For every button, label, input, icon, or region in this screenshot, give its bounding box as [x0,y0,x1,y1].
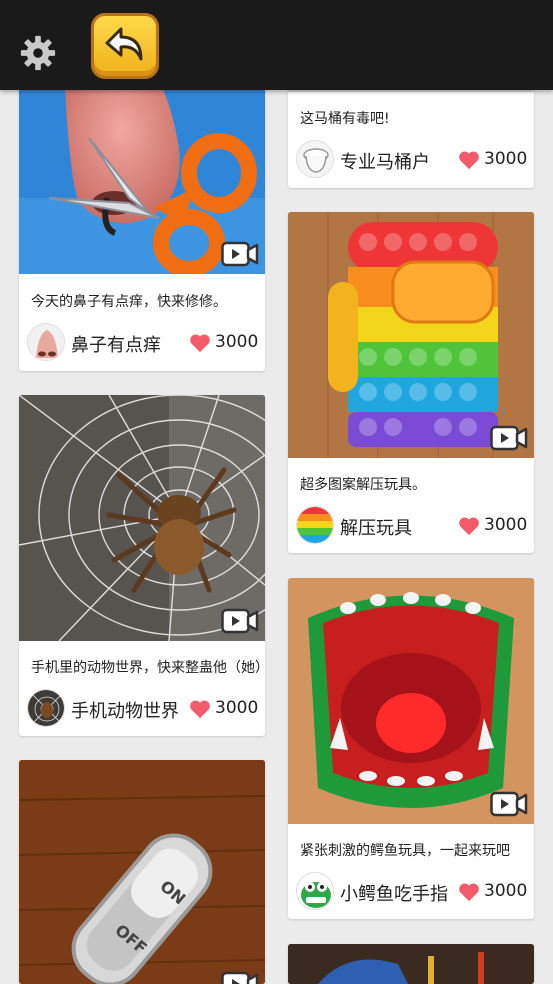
video-icon [221,971,259,984]
card-description: 手机里的动物世界，快来整蛊他（她） [31,660,265,676]
author-avatar[interactable] [296,506,334,544]
like-count: 3000 [484,149,528,169]
heart-icon[interactable] [189,333,211,353]
like-count: 3000 [484,515,528,535]
heart-icon[interactable] [458,882,480,902]
back-button[interactable] [91,13,159,79]
author-name[interactable]: 手机动物世界 [71,697,179,723]
like-count: 3000 [215,698,259,718]
video-icon [221,608,259,634]
author-avatar[interactable] [27,689,65,727]
like-count: 3000 [484,881,528,901]
heart-icon[interactable] [458,516,480,536]
card-thumbnail [288,944,534,984]
card-thumbnail [288,578,534,824]
card-description: 这马桶有毒吧! [300,111,390,127]
author-name[interactable]: 专业马桶户 [340,148,430,174]
gear-icon[interactable] [19,34,57,72]
top-bar [0,0,553,90]
feed-card-popit[interactable]: 超多图案解压玩具。 解压玩具 3000 [288,212,534,553]
video-icon [221,241,259,267]
card-description: 今天的鼻子有点痒，快来修修。 [31,294,227,310]
card-description: 紧张刺激的鳄鱼玩具，一起来玩吧 [300,843,510,859]
author-name[interactable]: 解压玩具 [340,514,412,540]
feed-card-switch[interactable]: ON OFF [19,760,265,984]
video-icon [490,791,528,817]
heart-icon[interactable] [458,150,480,170]
undo-arrow-icon [105,27,143,61]
feed-card-spider[interactable]: 手机里的动物世界，快来整蛊他（她） 手机动物世界 3000 [19,395,265,736]
heart-icon[interactable] [189,699,211,719]
feed-card-next[interactable] [288,944,534,984]
author-avatar[interactable] [296,872,334,910]
card-thumbnail [19,395,265,641]
author-name[interactable]: 鼻子有点痒 [71,331,161,357]
feed-card-toilet[interactable]: 这马桶有毒吧! 专业马桶户 3000 [288,80,534,188]
card-thumbnail [288,212,534,458]
card-thumbnail: ON OFF [19,760,265,984]
video-icon [490,425,528,451]
like-count: 3000 [215,332,259,352]
author-avatar[interactable] [27,323,65,361]
author-avatar[interactable] [296,140,334,178]
feed-card-crocodile[interactable]: 紧张刺激的鳄鱼玩具，一起来玩吧 小鳄鱼吃手指 3000 [288,578,534,919]
card-description: 超多图案解压玩具。 [300,477,426,493]
author-name[interactable]: 小鳄鱼吃手指 [340,880,448,906]
feed-page: 这马桶有毒吧! 专业马桶户 3000 今天的鼻子有点痒，快来修修。 鼻子有点痒 … [0,0,553,984]
